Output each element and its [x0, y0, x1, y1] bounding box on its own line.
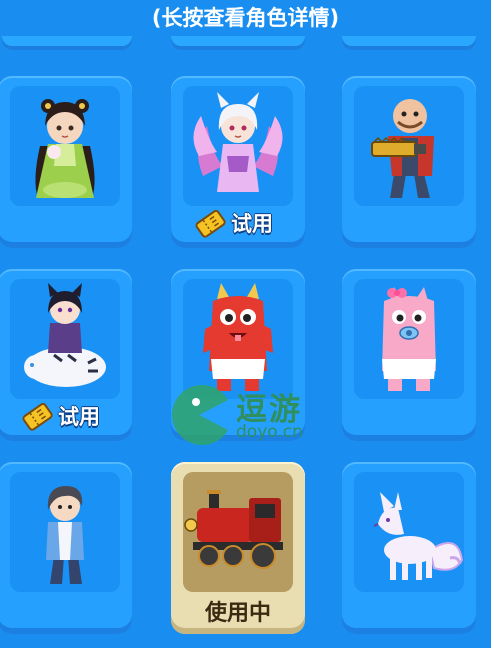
chainsaw-man-character-image: [371, 99, 434, 198]
character-card-fox-spirit[interactable]: 试用: [171, 76, 305, 248]
trial-tag: 试用: [20, 401, 100, 431]
character-card-girl-hanfu[interactable]: [0, 76, 132, 248]
girl-hanfu-character-image: [35, 99, 95, 198]
pink-pig-monster-character-image: [382, 287, 436, 391]
trial-tag: 试用: [193, 208, 273, 238]
trial-ticket-icon: [22, 402, 53, 431]
partial-card-top-right[interactable]: [342, 36, 476, 50]
trial-tag-label: 试用: [231, 212, 273, 236]
trial-tag-label: 试用: [58, 405, 100, 429]
character-card-steam-train[interactable]: 使用中: [171, 462, 305, 634]
character-card-pink-pig-monster[interactable]: [342, 269, 476, 441]
steam-train-character-image: [184, 490, 283, 569]
long-press-hint: (长按查看角色详情): [151, 6, 340, 30]
in-use-label: 使用中: [204, 601, 271, 626]
partial-card-top-center[interactable]: [171, 36, 305, 50]
white-fox-character-image: [373, 492, 464, 580]
fox-spirit-character-image: [193, 92, 283, 192]
character-card-cat-girl-tiger[interactable]: 试用: [0, 269, 132, 441]
pacman-logo-icon: [172, 385, 228, 445]
character-card-chainsaw-man[interactable]: [342, 76, 476, 248]
character-card-boy-casual[interactable]: [0, 462, 132, 634]
watermark-domain: doyo.cn: [236, 422, 303, 442]
site-watermark: 逗游 doyo.cn: [166, 382, 326, 454]
character-card-white-fox[interactable]: [342, 462, 476, 634]
partial-card-top-left[interactable]: [2, 36, 132, 50]
red-monster-character-image: [203, 283, 273, 391]
cat-girl-tiger-character-image: [24, 283, 106, 387]
trial-ticket-icon: [195, 209, 226, 238]
boy-casual-character-image: [46, 486, 84, 584]
